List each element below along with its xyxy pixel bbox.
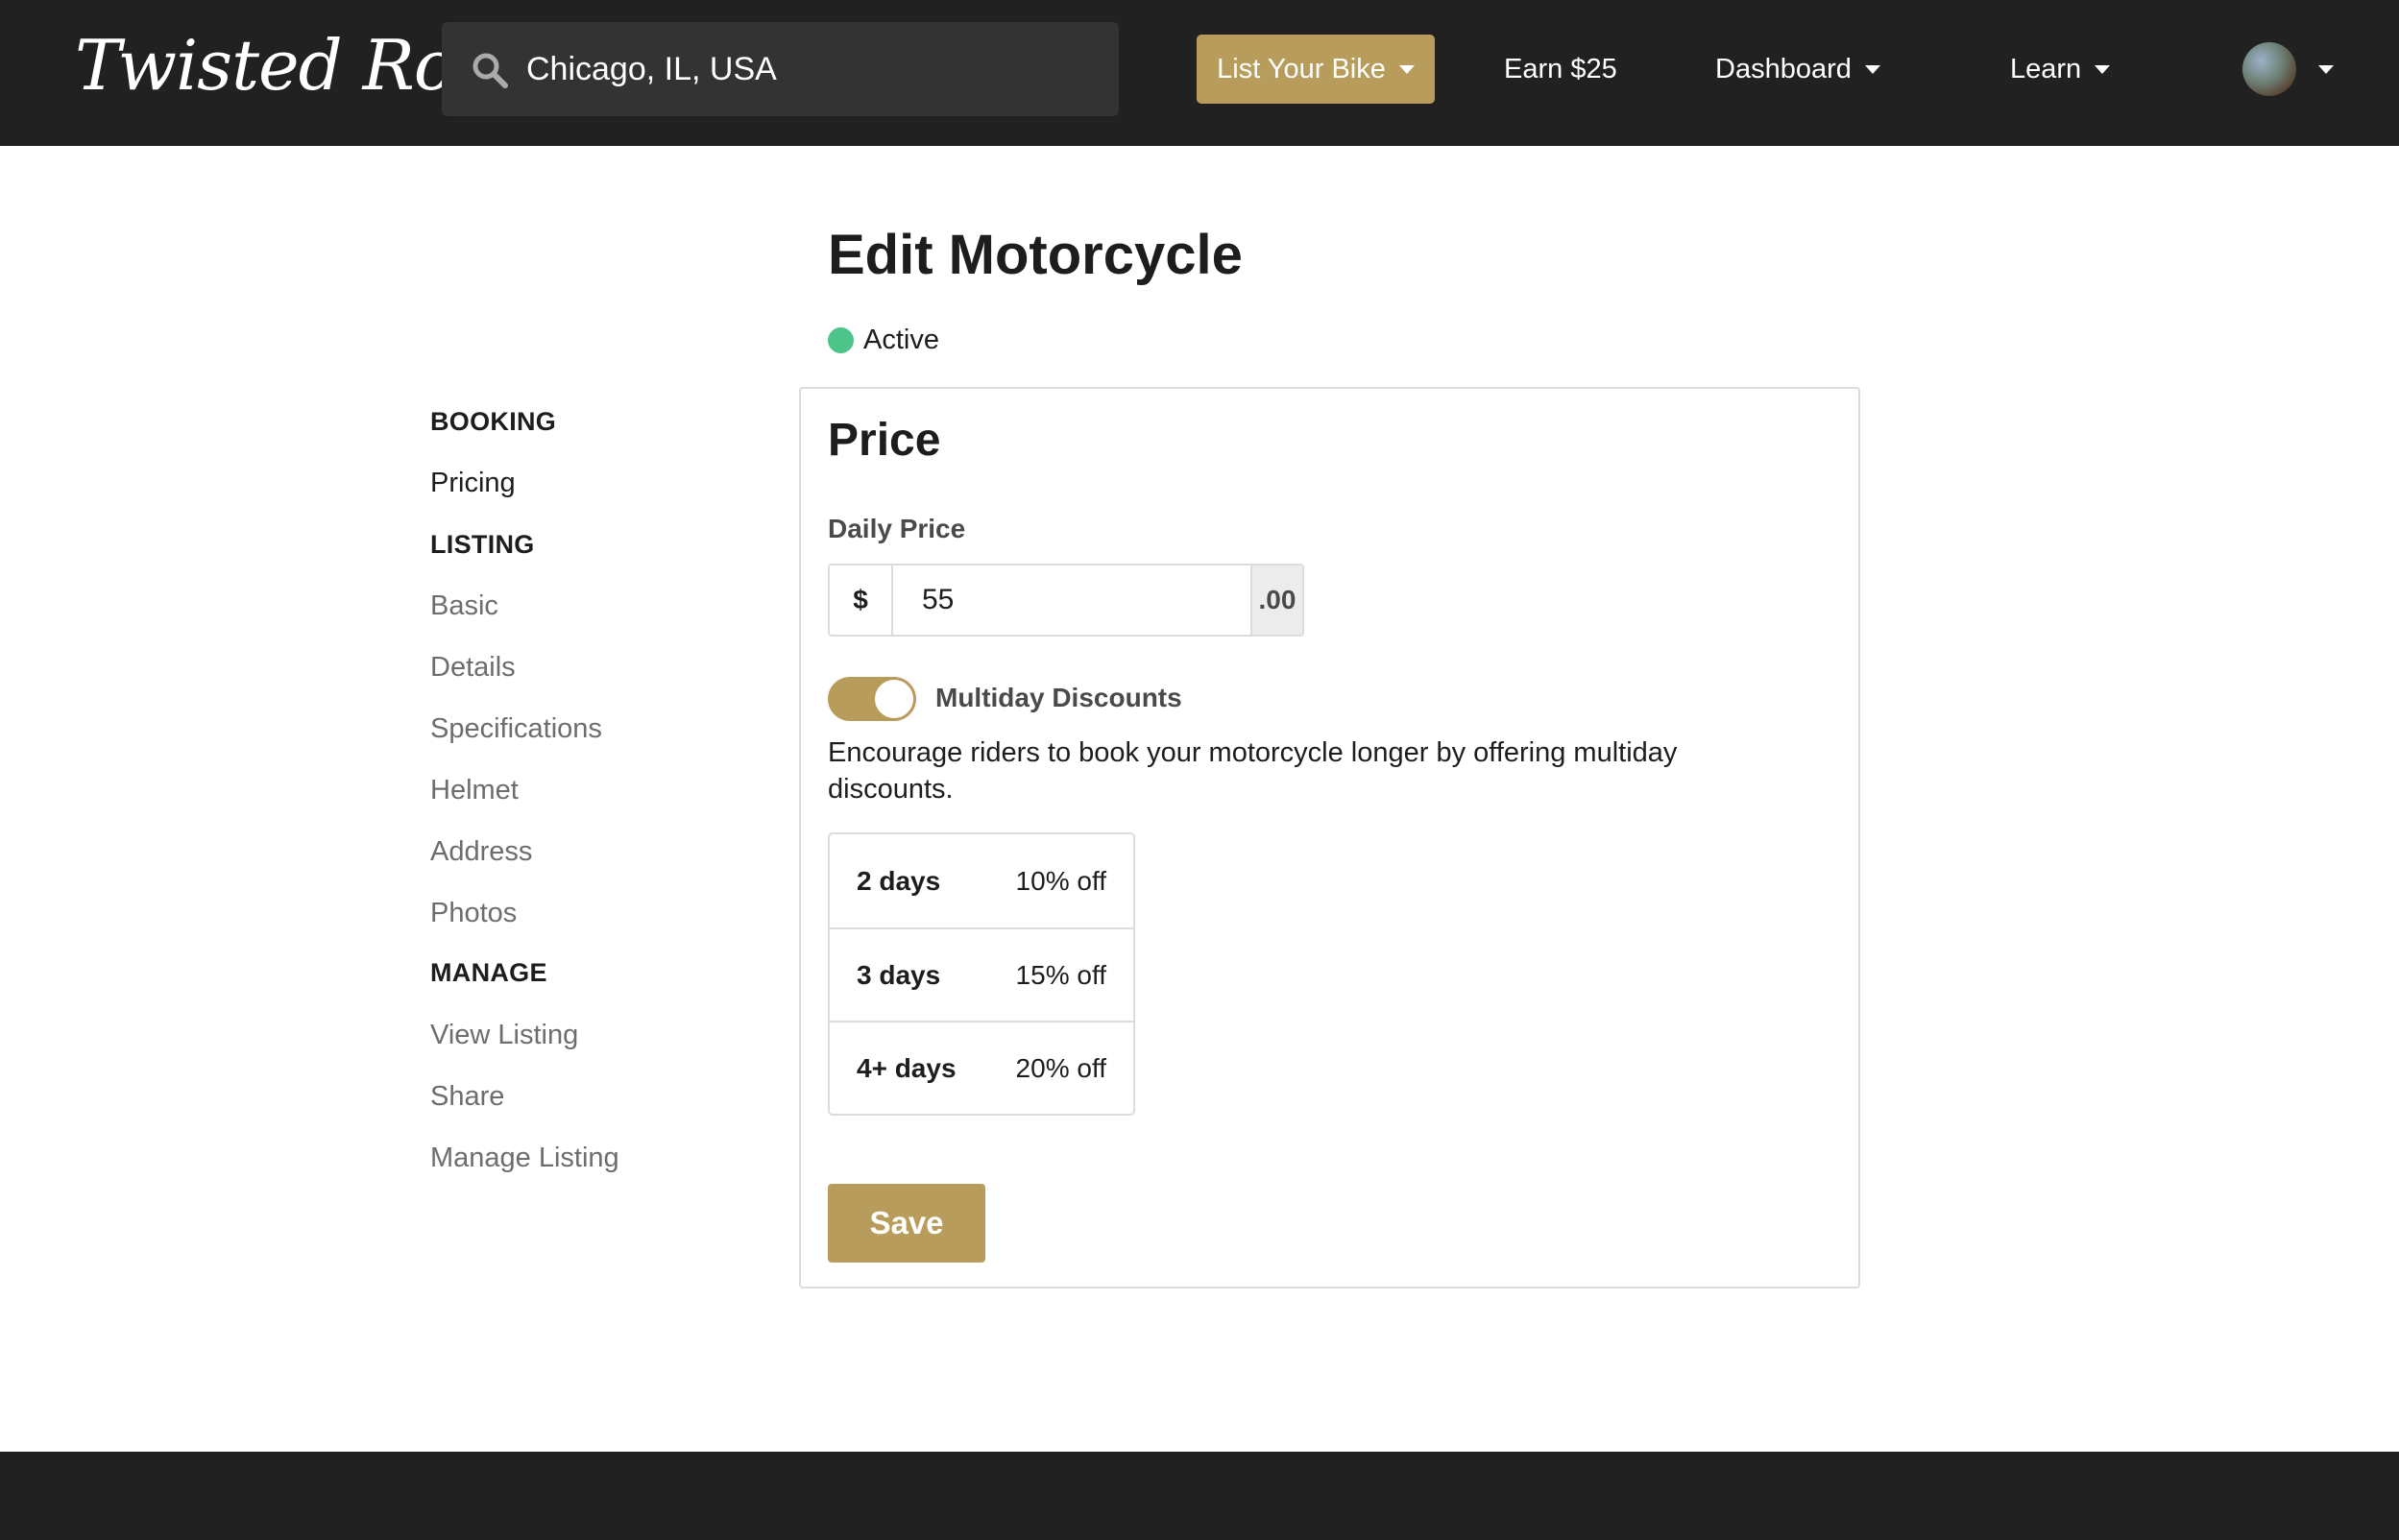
price-panel: Price Daily Price $ .00 Multiday Discoun… <box>799 387 1860 1288</box>
chevron-down-icon <box>1864 64 1880 74</box>
currency-prefix: $ <box>830 565 893 635</box>
footer <box>0 1452 2399 1540</box>
discount-days: 4+ days <box>857 1052 957 1083</box>
sidebar-item-address[interactable]: Address <box>430 836 532 868</box>
search-icon <box>473 53 508 88</box>
daily-price-label: Daily Price <box>828 514 966 543</box>
discount-table: 2 days 10% off 3 days 15% off 4+ days 20… <box>828 832 1135 1116</box>
toggle-knob <box>875 680 913 718</box>
multiday-description: Encourage riders to book your motorcycle… <box>828 737 1678 805</box>
earn-link[interactable]: Earn $25 <box>1504 35 1617 104</box>
cents-suffix: .00 <box>1250 565 1302 635</box>
discount-row: 3 days 15% off <box>830 927 1133 1021</box>
sidebar-item-share[interactable]: Share <box>430 1081 504 1113</box>
multiday-discounts-toggle[interactable] <box>828 677 916 721</box>
discount-days: 2 days <box>857 865 941 896</box>
panel-title: Price <box>828 415 941 466</box>
sidebar-item-photos[interactable]: Photos <box>430 898 517 929</box>
sidebar-heading-listing: LISTING <box>430 530 535 559</box>
discount-amount: 15% off <box>1015 959 1106 990</box>
discount-days: 3 days <box>857 959 941 990</box>
discount-amount: 20% off <box>1015 1052 1106 1083</box>
chevron-down-icon <box>2095 64 2111 74</box>
earn-label: Earn $25 <box>1504 54 1617 84</box>
status-label: Active <box>863 325 939 355</box>
sidebar-item-manage-listing[interactable]: Manage Listing <box>430 1143 619 1174</box>
status-dot-icon <box>828 327 854 353</box>
sidebar-item-basic[interactable]: Basic <box>430 590 498 622</box>
learn-label: Learn <box>2010 54 2082 84</box>
save-button[interactable]: Save <box>828 1184 985 1263</box>
sidebar-item-helmet[interactable]: Helmet <box>430 775 519 806</box>
dashboard-label: Dashboard <box>1715 54 1852 84</box>
learn-menu[interactable]: Learn <box>2010 35 2111 104</box>
discount-amount: 10% off <box>1015 865 1106 896</box>
discount-row: 2 days 10% off <box>830 834 1133 927</box>
status-indicator: Active <box>828 325 939 356</box>
chevron-down-icon <box>1398 64 1415 74</box>
sidebar-heading-manage: MANAGE <box>430 958 547 987</box>
sidebar-item-specifications[interactable]: Specifications <box>430 713 602 745</box>
avatar[interactable] <box>2242 42 2296 96</box>
sidebar-item-view-listing[interactable]: View Listing <box>430 1020 578 1051</box>
list-your-bike-label: List Your Bike <box>1217 53 1386 84</box>
multiday-discounts-label: Multiday Discounts <box>935 683 1182 712</box>
list-your-bike-button[interactable]: List Your Bike <box>1197 35 1435 104</box>
dashboard-menu[interactable]: Dashboard <box>1715 35 1880 104</box>
daily-price-input[interactable] <box>893 565 1250 635</box>
search-bar <box>442 22 1119 116</box>
sidebar-item-pricing[interactable]: Pricing <box>430 468 516 499</box>
search-input[interactable] <box>526 22 1093 116</box>
chevron-down-icon[interactable] <box>2318 65 2334 74</box>
discount-row: 4+ days 20% off <box>830 1021 1133 1114</box>
sidebar-heading-booking: BOOKING <box>430 407 557 436</box>
daily-price-group: $ .00 <box>828 564 1304 637</box>
top-nav: Twisted Road List Your Bike Earn $25 Das… <box>0 0 2399 146</box>
page-title: Edit Motorcycle <box>828 224 1243 286</box>
sidebar-item-details[interactable]: Details <box>430 652 516 684</box>
